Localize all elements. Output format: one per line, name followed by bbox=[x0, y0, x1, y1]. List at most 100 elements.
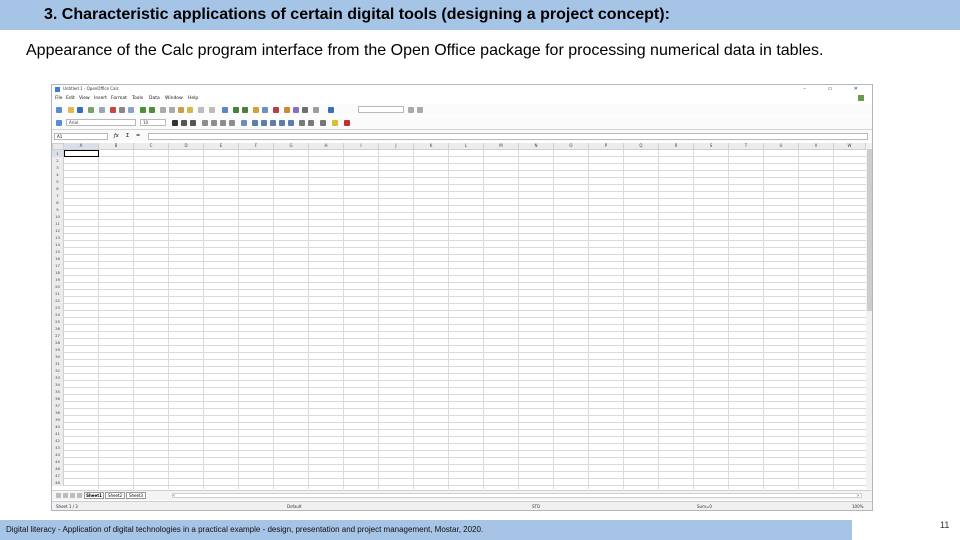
menu-help[interactable]: Help bbox=[188, 96, 198, 101]
column-header-n[interactable]: N bbox=[519, 143, 554, 150]
hyperlink-icon[interactable] bbox=[222, 107, 228, 113]
spellcheck-icon[interactable] bbox=[140, 107, 146, 113]
row-header-1[interactable]: 1 bbox=[52, 150, 64, 157]
active-cell-a1[interactable] bbox=[64, 150, 99, 157]
row-header-27[interactable]: 27 bbox=[52, 332, 64, 339]
sheet-tab-2[interactable]: Sheet2 bbox=[105, 492, 125, 499]
sheet-tab-1[interactable]: Sheet1 bbox=[84, 492, 104, 499]
row-header-43[interactable]: 43 bbox=[52, 444, 64, 451]
function-icon[interactable]: = bbox=[136, 133, 140, 139]
row-header-14[interactable]: 14 bbox=[52, 241, 64, 248]
sort-ascending-icon[interactable] bbox=[233, 107, 239, 113]
menu-file[interactable]: File bbox=[55, 96, 63, 101]
column-header-t[interactable]: T bbox=[729, 143, 764, 150]
delete-decimal-icon[interactable] bbox=[288, 120, 294, 126]
italic-icon[interactable] bbox=[181, 120, 187, 126]
column-header-w[interactable]: W bbox=[834, 143, 866, 150]
row-header-41[interactable]: 41 bbox=[52, 430, 64, 437]
row-header-29[interactable]: 29 bbox=[52, 346, 64, 353]
row-header-36[interactable]: 36 bbox=[52, 395, 64, 402]
row-header-33[interactable]: 33 bbox=[52, 374, 64, 381]
row-header-38[interactable]: 38 bbox=[52, 409, 64, 416]
name-box[interactable]: A1 bbox=[54, 133, 108, 140]
borders-icon[interactable] bbox=[320, 120, 326, 126]
first-sheet-icon[interactable] bbox=[56, 493, 61, 498]
undo-icon[interactable] bbox=[198, 107, 204, 113]
row-header-23[interactable]: 23 bbox=[52, 304, 64, 311]
scroll-right-icon[interactable]: › bbox=[857, 493, 859, 499]
menu-window[interactable]: Window bbox=[165, 96, 183, 101]
row-header-11[interactable]: 11 bbox=[52, 220, 64, 227]
row-header-15[interactable]: 15 bbox=[52, 248, 64, 255]
column-header-v[interactable]: V bbox=[799, 143, 834, 150]
print-icon[interactable] bbox=[119, 107, 125, 113]
vertical-scroll-thumb[interactable] bbox=[867, 149, 872, 311]
row-header-47[interactable]: 47 bbox=[52, 472, 64, 479]
status-selection-mode[interactable]: STD bbox=[532, 504, 540, 509]
menu-format[interactable]: Format bbox=[111, 96, 127, 101]
column-header-r[interactable]: R bbox=[659, 143, 694, 150]
sheet-tab-3[interactable]: Sheet3 bbox=[126, 492, 146, 499]
column-header-j[interactable]: J bbox=[379, 143, 414, 150]
menu-view[interactable]: View bbox=[79, 96, 90, 101]
row-header-45[interactable]: 45 bbox=[52, 458, 64, 465]
decrease-indent-icon[interactable] bbox=[299, 120, 305, 126]
font-size-select[interactable]: 10 bbox=[140, 119, 166, 126]
percent-format-icon[interactable] bbox=[261, 120, 267, 126]
sort-descending-icon[interactable] bbox=[242, 107, 248, 113]
styles-formatting-icon[interactable] bbox=[56, 120, 62, 126]
background-color-icon[interactable] bbox=[332, 120, 338, 126]
column-header-c[interactable]: C bbox=[134, 143, 169, 150]
horizontal-scrollbar[interactable]: ‹ › bbox=[172, 493, 862, 499]
chart-icon[interactable] bbox=[253, 107, 259, 113]
column-header-e[interactable]: E bbox=[204, 143, 239, 150]
previous-sheet-icon[interactable] bbox=[63, 493, 68, 498]
row-header-12[interactable]: 12 bbox=[52, 227, 64, 234]
row-header-24[interactable]: 24 bbox=[52, 311, 64, 318]
row-header-31[interactable]: 31 bbox=[52, 360, 64, 367]
align-center-icon[interactable] bbox=[211, 120, 217, 126]
justify-icon[interactable] bbox=[229, 120, 235, 126]
row-header-32[interactable]: 32 bbox=[52, 367, 64, 374]
row-header-8[interactable]: 8 bbox=[52, 199, 64, 206]
row-header-16[interactable]: 16 bbox=[52, 255, 64, 262]
redo-icon[interactable] bbox=[209, 107, 215, 113]
copy-icon[interactable] bbox=[169, 107, 175, 113]
email-icon[interactable] bbox=[88, 107, 94, 113]
column-header-q[interactable]: Q bbox=[624, 143, 659, 150]
row-header-35[interactable]: 35 bbox=[52, 388, 64, 395]
find-input[interactable] bbox=[358, 106, 404, 113]
window-controls[interactable]: – ▭ ✕ bbox=[803, 86, 868, 92]
column-header-p[interactable]: P bbox=[589, 143, 624, 150]
row-header-2[interactable]: 2 bbox=[52, 157, 64, 164]
row-header-37[interactable]: 37 bbox=[52, 402, 64, 409]
row-header-39[interactable]: 39 bbox=[52, 416, 64, 423]
merge-cells-icon[interactable] bbox=[241, 120, 247, 126]
row-header-42[interactable]: 42 bbox=[52, 437, 64, 444]
column-header-u[interactable]: U bbox=[764, 143, 799, 150]
row-header-25[interactable]: 25 bbox=[52, 318, 64, 325]
pivot-table-icon[interactable] bbox=[262, 107, 268, 113]
row-header-26[interactable]: 26 bbox=[52, 325, 64, 332]
column-header-h[interactable]: H bbox=[309, 143, 344, 150]
align-left-icon[interactable] bbox=[202, 120, 208, 126]
font-name-select[interactable]: Arial bbox=[66, 119, 136, 126]
cut-icon[interactable] bbox=[160, 107, 166, 113]
status-page-style[interactable]: Default bbox=[287, 504, 302, 509]
bold-icon[interactable] bbox=[172, 120, 178, 126]
close-document-icon[interactable] bbox=[858, 95, 864, 101]
underline-icon[interactable] bbox=[190, 120, 196, 126]
menu-tools[interactable]: Tools bbox=[132, 96, 143, 101]
help-icon[interactable] bbox=[328, 107, 334, 113]
find-next-icon[interactable] bbox=[417, 107, 423, 113]
column-header-m[interactable]: M bbox=[484, 143, 519, 150]
last-sheet-icon[interactable] bbox=[77, 493, 82, 498]
row-header-44[interactable]: 44 bbox=[52, 451, 64, 458]
status-zoom[interactable]: 100% bbox=[852, 504, 863, 509]
row-header-20[interactable]: 20 bbox=[52, 283, 64, 290]
select-all-corner[interactable] bbox=[52, 143, 64, 150]
row-header-21[interactable]: 21 bbox=[52, 290, 64, 297]
menu-insert[interactable]: Insert bbox=[94, 96, 107, 101]
row-header-10[interactable]: 10 bbox=[52, 213, 64, 220]
column-header-i[interactable]: I bbox=[344, 143, 379, 150]
